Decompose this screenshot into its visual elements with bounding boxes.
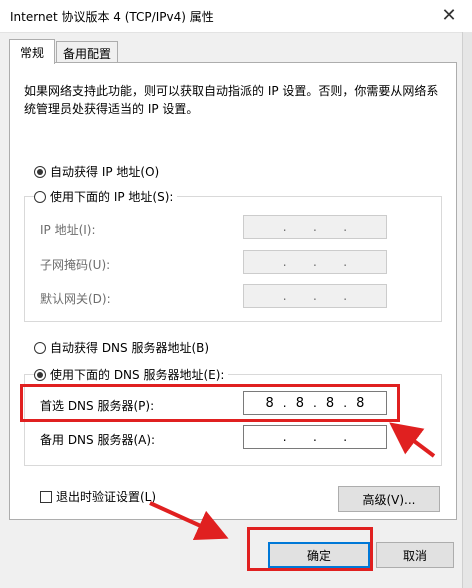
alternate-dns-input[interactable]: . . .: [243, 425, 387, 449]
radio-auto-dns[interactable]: 自动获得 DNS 服务器地址(B): [34, 339, 214, 356]
ip-address-input[interactable]: . . .: [243, 215, 387, 239]
validate-checkbox-label: 退出时验证设置(L): [56, 490, 157, 504]
subnet-mask-label: 子网掩码(U):: [40, 258, 111, 272]
radio-manual-dns-label: 使用下面的 DNS 服务器地址(E):: [50, 368, 225, 382]
title-bar: Internet 协议版本 4 (TCP/IPv4) 属性 ✕: [0, 0, 472, 33]
window-title: Internet 协议版本 4 (TCP/IPv4) 属性: [10, 10, 214, 24]
radio-manual-dns-indicator[interactable]: [34, 368, 46, 381]
tab-general-label: 常规: [19, 45, 44, 60]
description-text: 如果网络支持此功能，则可以获取自动指派的 IP 设置。否则，你需要从网络系统管理…: [24, 84, 439, 116]
dns-octet: 8: [356, 395, 365, 411]
advanced-button-label: 高级(V)...: [362, 492, 416, 507]
cancel-button-label: 取消: [402, 548, 427, 563]
validate-on-exit-checkbox[interactable]: 退出时验证设置(L): [40, 488, 161, 505]
default-gateway-label: 默认网关(D):: [40, 292, 111, 306]
advanced-button[interactable]: 高级(V)...: [338, 486, 440, 512]
radio-auto-dns-label: 自动获得 DNS 服务器地址(B): [50, 341, 210, 355]
dns-octet: 8: [265, 395, 274, 411]
ip-address-label: IP 地址(I):: [40, 223, 96, 237]
subnet-mask-input[interactable]: . . .: [243, 250, 387, 274]
close-button[interactable]: ✕: [426, 0, 472, 31]
dns-manual-group: [24, 374, 442, 466]
radio-auto-ip-label: 自动获得 IP 地址(O): [50, 165, 160, 179]
radio-auto-ip-indicator[interactable]: [34, 165, 46, 178]
ok-button[interactable]: 确定: [268, 542, 370, 568]
default-gateway-input[interactable]: . . .: [243, 284, 387, 308]
radio-auto-dns-indicator[interactable]: [34, 341, 46, 354]
close-icon: ✕: [441, 5, 457, 26]
preferred-dns-label: 首选 DNS 服务器(P):: [40, 399, 155, 413]
radio-manual-ip-label: 使用下面的 IP 地址(S):: [50, 190, 174, 204]
radio-manual-ip[interactable]: 使用下面的 IP 地址(S):: [34, 188, 178, 205]
radio-manual-dns[interactable]: 使用下面的 DNS 服务器地址(E):: [34, 366, 229, 383]
tab-general[interactable]: 常规: [9, 39, 55, 64]
ok-button-label: 确定: [306, 548, 331, 563]
tab-alternate-config[interactable]: 备用配置: [56, 41, 118, 64]
background-window-edge: [462, 32, 472, 588]
tab-alternate-config-label: 备用配置: [62, 46, 111, 61]
dns-octet: 8: [325, 395, 335, 411]
cancel-button[interactable]: 取消: [376, 542, 454, 568]
radio-manual-ip-indicator[interactable]: [34, 190, 46, 203]
alternate-dns-label: 备用 DNS 服务器(A):: [40, 433, 156, 447]
preferred-dns-input[interactable]: 8. 8. 8. 8: [243, 391, 387, 415]
dns-octet: 8: [295, 395, 304, 411]
radio-auto-ip[interactable]: 自动获得 IP 地址(O): [34, 163, 164, 180]
validate-checkbox-box[interactable]: [40, 490, 52, 503]
